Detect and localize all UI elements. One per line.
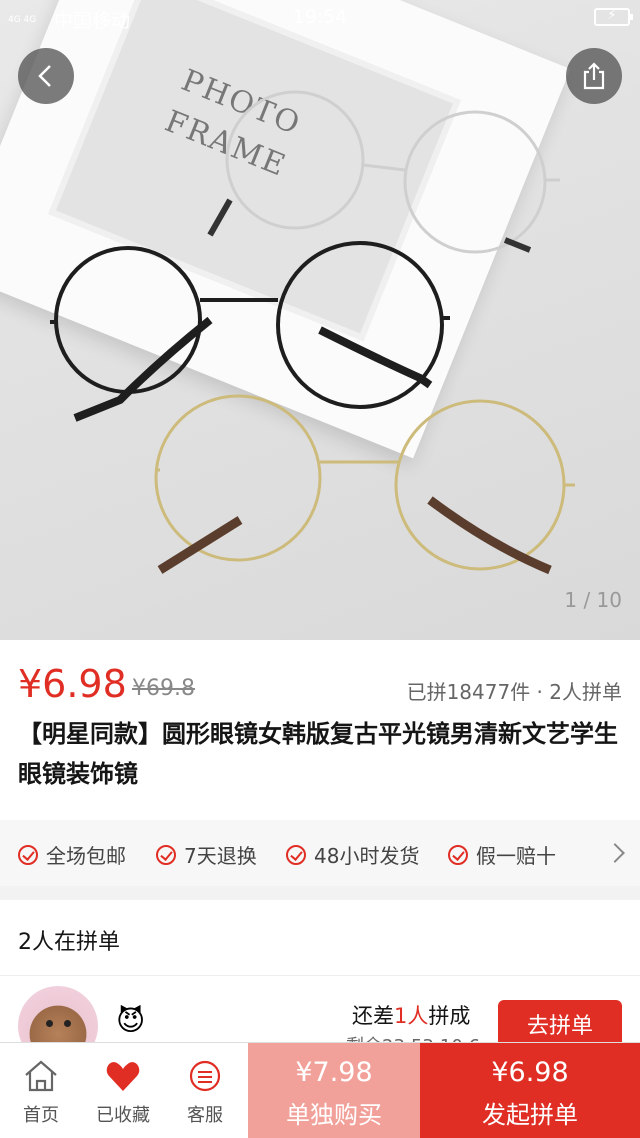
chat-bubble-icon (189, 1060, 221, 1092)
product-title: 【明星同款】圆形眼镜女韩版复古平光镜男清新文艺学生眼镜装饰镜 (18, 720, 618, 788)
single-label: 单独购买 (286, 1101, 382, 1129)
tab-customer-service[interactable]: 客服 (164, 1043, 246, 1138)
original-price: ¥69.8 (132, 676, 195, 701)
check-circle-icon (18, 844, 38, 865)
glasses-illustration (50, 90, 575, 575)
tab-favorite[interactable]: 已收藏 (82, 1043, 164, 1138)
service-guarantees[interactable]: 全场包邮 7天退换 48小时发货 假一赔十 (0, 820, 640, 886)
back-button[interactable] (18, 48, 74, 104)
price-row: ¥6.98 ¥69.8 已拼18477件 · 2人拼单 (0, 640, 640, 710)
remaining-needed: 还差1人拼成 (352, 1004, 471, 1028)
current-price: ¥6.98 (18, 662, 127, 706)
product-page: PHOTO FRAME 1 / 10 4G 4G 中国移动 19:54 ⚡ ¥6… (0, 0, 640, 1138)
gallery-pager: 1 / 10 (564, 588, 622, 612)
status-bar: 4G 4G 中国移动 19:54 ⚡ (0, 0, 640, 34)
home-icon (25, 1060, 57, 1092)
group-buy-heading: 2人在拼单 (18, 930, 120, 955)
sold-count: 已拼18477件 · 2人拼单 (406, 680, 622, 704)
clock: 19:54 (292, 6, 348, 28)
single-price: ¥7.98 (295, 1057, 373, 1088)
group-price: ¥6.98 (491, 1057, 569, 1088)
group-label: 发起拼单 (482, 1101, 578, 1129)
share-button[interactable] (566, 48, 622, 104)
buy-alone-button[interactable]: ¥7.98 单独购买 (248, 1043, 420, 1138)
service-fake-compensation: 假一赔十 (448, 840, 556, 869)
heart-icon (106, 1062, 140, 1091)
chevron-right-icon (605, 843, 625, 863)
check-circle-icon (448, 844, 468, 865)
share-icon (583, 62, 605, 90)
check-circle-icon (286, 844, 306, 865)
service-48h-ship: 48小时发货 (286, 840, 419, 869)
bottom-action-bar: 首页 已收藏 客服 ¥7.98 单独购买 ¥6.98 发起拼单 (0, 1042, 640, 1138)
user-emoji: 😈 (116, 1004, 146, 1037)
product-image-gallery[interactable]: PHOTO FRAME 1 / 10 (0, 0, 640, 640)
battery-icon: ⚡ (594, 8, 633, 26)
service-free-shipping: 全场包邮 (18, 840, 126, 869)
check-circle-icon (156, 844, 176, 865)
service-7day-return: 7天退换 (156, 840, 257, 869)
group-buy-header: 2人在拼单 (0, 900, 640, 976)
chevron-left-icon (38, 65, 51, 87)
start-group-buy-button[interactable]: ¥6.98 发起拼单 (420, 1043, 640, 1138)
tab-home[interactable]: 首页 (0, 1043, 82, 1138)
section-divider (0, 886, 640, 900)
